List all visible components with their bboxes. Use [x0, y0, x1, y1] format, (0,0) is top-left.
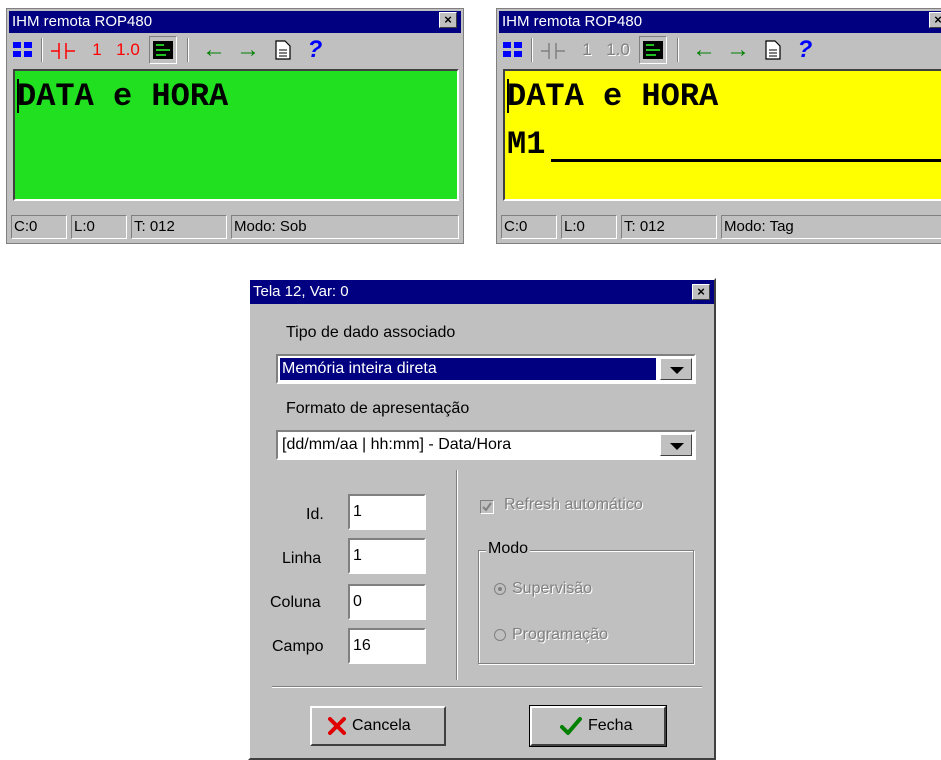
arrow-left-icon[interactable]: ← [689, 38, 719, 62]
help-icon[interactable]: ? [303, 38, 327, 62]
horizontal-divider [272, 686, 702, 688]
window-title-bar: IHM remota ROP480 [499, 11, 941, 33]
refresh-checkbox [480, 500, 494, 514]
ihm-window-tag: IHM remota ROP480 × 1 1.0 ← → ? DATA e H… [496, 8, 941, 244]
formato-label: Formato de apresentação [286, 400, 470, 417]
contact-icon [541, 43, 565, 59]
insert-one-button[interactable]: 1 [87, 39, 107, 61]
status-screen: T: 012 [621, 215, 717, 239]
programacao-label: Programação [512, 626, 609, 643]
close-icon: × [697, 284, 705, 299]
status-column: C:0 [11, 215, 67, 239]
tipo-label: Tipo de dado associado [286, 324, 456, 341]
fecha-button[interactable]: Fecha [529, 705, 667, 747]
ihm-window-supervision: IHM remota ROP480 × 1 1.0 ← → ? DATA e H… [6, 8, 464, 244]
arrow-right-icon[interactable]: → [723, 38, 753, 62]
chevron-down-icon[interactable] [660, 434, 692, 456]
close-button[interactable]: × [929, 12, 941, 28]
display-mode-button[interactable] [149, 36, 177, 64]
supervisao-label: Supervisão [512, 580, 593, 597]
status-line: L:0 [71, 215, 127, 239]
x-icon [328, 717, 346, 735]
status-screen: T: 012 [131, 215, 227, 239]
arrow-right-icon[interactable]: → [233, 38, 263, 62]
dialog-title-bar: Tela 12, Var: 0 [250, 280, 714, 304]
window-title-bar: IHM remota ROP480 [9, 11, 461, 33]
insert-one-button: 1 [582, 40, 592, 59]
toolbar: 1 1.0 ← → ? [9, 33, 461, 67]
lcd-display[interactable]: DATA e HORA [13, 69, 459, 201]
tipo-select[interactable]: Memória inteira direta [276, 354, 696, 384]
field-underline [551, 159, 941, 162]
lcd-line-1: DATA e HORA [507, 78, 719, 115]
toolbar-separator [41, 38, 43, 62]
status-line: L:0 [561, 215, 617, 239]
modo-groupbox [478, 550, 694, 664]
check-icon [482, 502, 492, 512]
status-bar: C:0 L:0 T: 012 Modo: Tag [501, 215, 941, 239]
display-mode-icon [643, 41, 663, 59]
check-icon [560, 717, 582, 735]
fecha-label: Fecha [588, 717, 633, 734]
insert-one-zero-button: 1.0 [606, 40, 630, 59]
coluna-label: Coluna [270, 594, 321, 611]
page-icon[interactable] [275, 40, 291, 60]
radio-dot [498, 587, 502, 591]
status-column: C:0 [501, 215, 557, 239]
arrow-left-icon[interactable]: ← [199, 38, 229, 62]
display-mode-button[interactable] [639, 36, 667, 64]
window-title: IHM remota ROP480 [12, 13, 153, 30]
toolbar-separator [531, 38, 533, 62]
close-icon: × [934, 12, 941, 27]
toolbar-separator [187, 38, 189, 62]
formato-select[interactable]: [dd/mm/aa | hh:mm] - Data/Hora [276, 430, 696, 460]
lcd-line-2: M1 [507, 126, 546, 163]
tipo-select-value: Memória inteira direta [280, 358, 656, 380]
coluna-field[interactable]: 0 [348, 584, 426, 620]
formato-select-value: [dd/mm/aa | hh:mm] - Data/Hora [282, 436, 512, 453]
id-label: Id. [306, 506, 324, 523]
dialog-close-button[interactable]: × [692, 284, 710, 300]
status-mode: Modo: Sob [231, 215, 459, 239]
lcd-display[interactable]: DATA e HORA M1 [503, 69, 941, 201]
status-mode: Modo: Tag [721, 215, 941, 239]
campo-field[interactable]: 16 [348, 628, 426, 664]
status-bar: C:0 L:0 T: 012 Modo: Sob [11, 215, 459, 239]
page-icon[interactable] [765, 40, 781, 60]
campo-label: Campo [272, 638, 324, 655]
close-icon: × [444, 12, 452, 27]
toolbar-separator [677, 38, 679, 62]
linha-label: Linha [282, 550, 322, 567]
dialog-title: Tela 12, Var: 0 [253, 283, 349, 300]
cancel-label: Cancela [352, 717, 411, 734]
window-title: IHM remota ROP480 [502, 13, 643, 30]
chevron-down-icon[interactable] [660, 358, 692, 380]
help-icon[interactable]: ? [793, 38, 817, 62]
lcd-line-1: DATA e HORA [17, 78, 229, 115]
refresh-label: Refresh automático [504, 496, 643, 513]
close-button[interactable]: × [439, 12, 457, 28]
cancel-button[interactable]: Cancela [310, 706, 446, 746]
contact-icon[interactable] [51, 41, 75, 61]
supervisao-radio [494, 583, 506, 595]
modo-label: Modo [486, 540, 531, 558]
grid-icon[interactable] [503, 42, 523, 58]
grid-icon[interactable] [13, 42, 33, 58]
vertical-divider [456, 470, 458, 680]
id-field[interactable]: 1 [348, 494, 426, 530]
display-mode-icon [153, 41, 173, 59]
toolbar: 1 1.0 ← → ? [499, 33, 941, 67]
variable-dialog: Tela 12, Var: 0 × Tipo de dado associado… [248, 278, 716, 760]
insert-one-zero-button[interactable]: 1.0 [113, 39, 143, 61]
programacao-radio [494, 629, 506, 641]
linha-field[interactable]: 1 [348, 538, 426, 574]
